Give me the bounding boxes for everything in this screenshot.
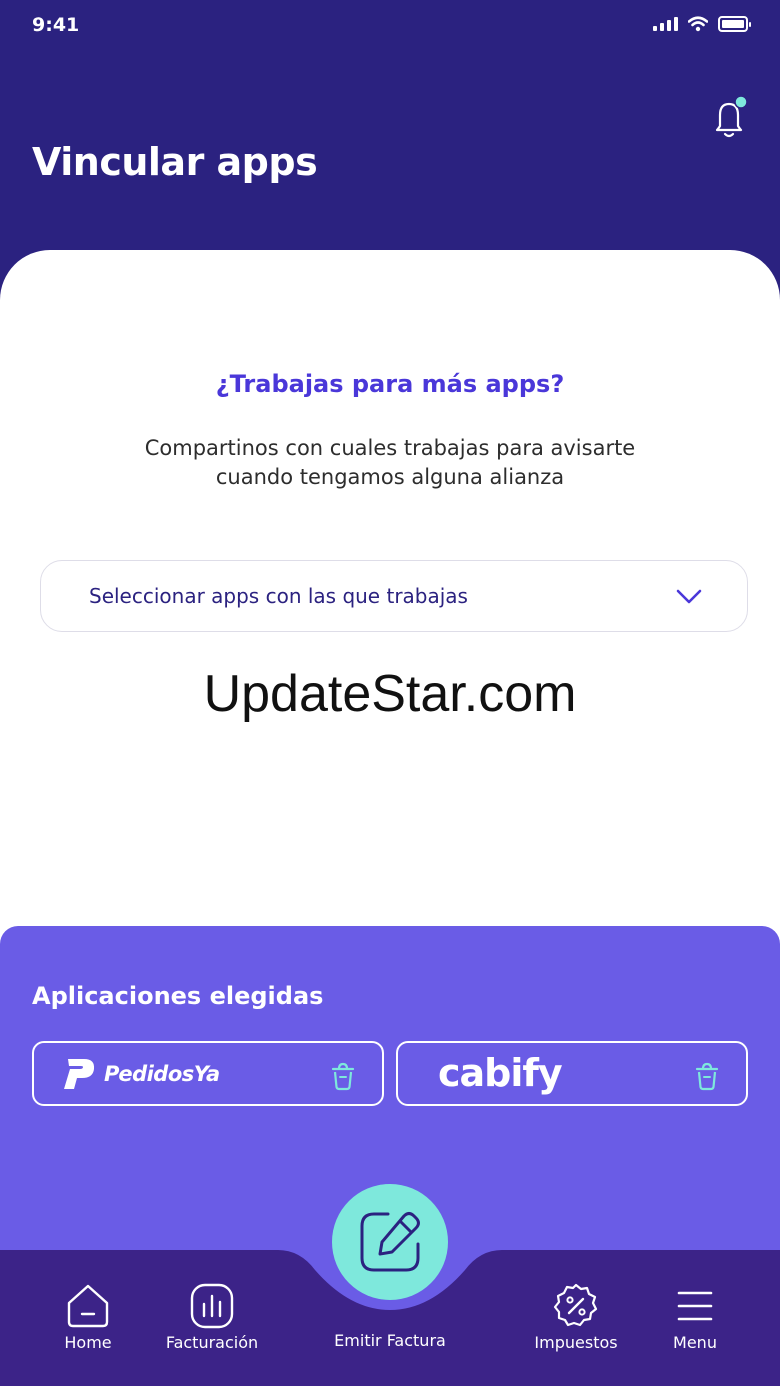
nav-item-impuestos[interactable]: Impuestos bbox=[511, 1282, 641, 1352]
cabify-logo: cabify bbox=[438, 1051, 563, 1095]
pedidosya-name: PedidosYa bbox=[104, 1062, 220, 1086]
notification-bell-icon[interactable] bbox=[710, 96, 750, 142]
home-icon bbox=[67, 1284, 109, 1328]
trash-icon[interactable] bbox=[330, 1061, 356, 1091]
more-apps-question: ¿Trabajas para más apps? bbox=[215, 370, 565, 398]
page-title: Vincular apps bbox=[32, 140, 318, 184]
apps-select-dropdown[interactable]: Seleccionar apps con las que trabajas bbox=[40, 560, 748, 632]
apps-select-placeholder: Seleccionar apps con las que trabajas bbox=[89, 584, 468, 608]
nav-item-home[interactable]: Home bbox=[23, 1282, 153, 1352]
trash-icon[interactable] bbox=[694, 1061, 720, 1091]
status-time: 9:41 bbox=[32, 14, 80, 36]
chosen-apps-title: Aplicaciones elegidas bbox=[32, 982, 324, 1010]
hamburger-icon bbox=[677, 1291, 713, 1321]
nav-label-menu: Menu bbox=[673, 1333, 717, 1352]
status-bar: 9:41 bbox=[0, 0, 780, 52]
pedidosya-logo: PedidosYa bbox=[62, 1057, 220, 1091]
status-icons bbox=[653, 16, 751, 32]
nav-label-impuestos: Impuestos bbox=[534, 1333, 618, 1352]
nav-label-home: Home bbox=[64, 1333, 112, 1352]
nav-item-facturacion[interactable]: Facturación bbox=[147, 1282, 277, 1352]
nav-item-menu[interactable]: Menu bbox=[630, 1282, 760, 1352]
notification-dot bbox=[734, 96, 748, 109]
emit-invoice-fab[interactable] bbox=[332, 1184, 448, 1300]
watermark-text: UpdateStar.com bbox=[203, 665, 577, 723]
signal-icon bbox=[653, 17, 678, 31]
bar-chart-icon bbox=[190, 1283, 234, 1329]
wifi-icon bbox=[688, 16, 708, 32]
chosen-app-chip-cabify: cabify bbox=[396, 1041, 748, 1106]
chevron-down-icon bbox=[676, 589, 702, 604]
pedidosya-p-icon bbox=[64, 1059, 95, 1089]
percent-badge-icon bbox=[553, 1283, 598, 1327]
more-apps-description: Compartinos con cuales trabajas para avi… bbox=[144, 436, 636, 489]
chosen-app-chip-pedidosya: PedidosYa bbox=[32, 1041, 384, 1106]
nav-label-emitir-factura: Emitir Factura bbox=[334, 1331, 446, 1350]
nav-label-facturacion: Facturación bbox=[165, 1333, 259, 1352]
edit-icon bbox=[360, 1212, 420, 1272]
battery-icon bbox=[718, 16, 751, 32]
